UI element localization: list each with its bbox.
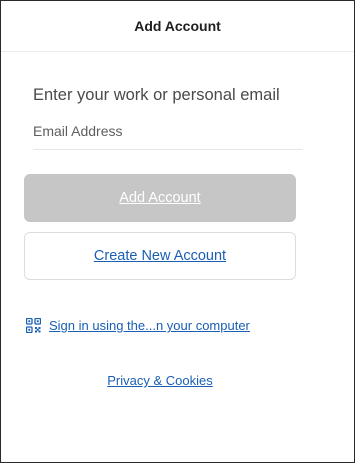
add-account-button[interactable]: Add Account [24,174,296,222]
email-prompt: Enter your work or personal email [33,86,280,104]
privacy-row: Privacy & Cookies [24,372,296,390]
header-bar: Add Account [1,1,354,52]
create-new-account-button[interactable]: Create New Account [24,232,296,280]
account-form: Enter your work or personal email Add Ac… [1,86,354,390]
email-address-input[interactable] [33,119,303,150]
privacy-cookies-link[interactable]: Privacy & Cookies [107,373,212,388]
qr-signin-link[interactable]: Sign in using the...n your computer [49,318,250,333]
add-account-window: Add Account Enter your work or personal … [0,0,355,463]
page-title: Add Account [134,18,221,34]
qr-code-icon [26,318,41,333]
qr-signin-row[interactable]: Sign in using the...n your computer [26,318,326,333]
